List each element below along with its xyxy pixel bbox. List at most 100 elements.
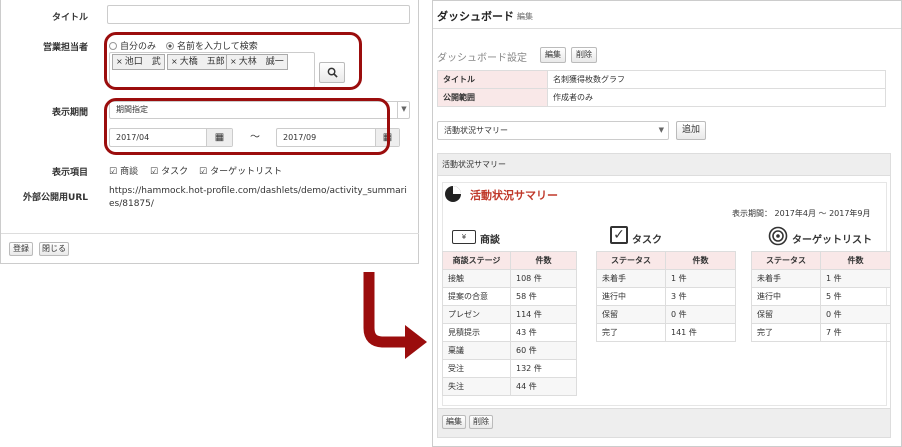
public-url-label: 外部公開用URL <box>23 193 88 203</box>
highlight-period <box>104 98 390 155</box>
dashlet-settings-form: タイトル 営業担当者 自分のみ 名前を入力して検索 × 池口 武 × 大橋 五郎 ×… <box>0 0 419 264</box>
table-cell: 稟議 <box>442 341 511 360</box>
chevron-down-icon: ▼ <box>658 126 664 134</box>
table-cell: 完了 <box>751 323 821 342</box>
edit-link[interactable]: 編集 <box>517 11 533 22</box>
settings-value: 名刺獲得枚数グラフ <box>547 70 886 89</box>
period-label: 表示期間 <box>51 108 88 118</box>
table-cell: 保留 <box>751 305 821 324</box>
settings-edit-button[interactable]: 編集 <box>540 47 566 63</box>
table-cell: プレゼン <box>442 305 511 324</box>
table-cell: 未着手 <box>751 269 821 288</box>
settings-table: タイトル 名刺獲得枚数グラフ 公開範囲 作成者のみ <box>437 70 886 107</box>
widget-select[interactable]: 活動状況サマリー ▼ <box>437 121 669 140</box>
table-cell: 60 件 <box>510 341 577 360</box>
widget-select-value: 活動状況サマリー <box>444 126 508 135</box>
table-cell: 見積提示 <box>442 323 511 342</box>
table-row: タイトル 名刺獲得枚数グラフ <box>437 70 886 89</box>
display-items-label: 表示項目 <box>51 168 88 178</box>
targets-table: ステータス 件数 未着手 1 件 進行中 5 件 保留 0 件 完了 7 件 <box>751 251 891 342</box>
tasks-table: ステータス 件数 未着手 1 件 進行中 3 件 保留 0 件 完了 141 件 <box>596 251 736 342</box>
table-row: 見積提示 43 件 <box>442 323 577 342</box>
table-row: 未着手 1 件 <box>751 269 891 288</box>
divider <box>1 233 419 234</box>
table-cell: 進行中 <box>596 287 666 306</box>
table-row: 完了 141 件 <box>596 323 736 342</box>
dashboard-panel: ダッシュボード 編集 ダッシュボード設定 編集 削除 タイトル 名刺獲得枚数グラフ… <box>432 0 902 447</box>
deals-title: 商談 <box>480 235 500 246</box>
table-row: 提案の合意 58 件 <box>442 287 577 306</box>
table-cell: 1 件 <box>665 269 736 288</box>
table-cell: 0 件 <box>665 305 736 324</box>
table-cell: 失注 <box>442 377 511 396</box>
table-cell: 114 件 <box>510 305 577 324</box>
item-checkbox-deals[interactable]: ☑ 商談 <box>109 164 138 177</box>
add-widget-button[interactable]: 追加 <box>676 121 706 140</box>
table-cell: 0 件 <box>820 305 891 324</box>
table-cell: 提案の合意 <box>442 287 511 306</box>
table-cell: 受注 <box>442 359 511 378</box>
table-row: 接触 108 件 <box>442 269 577 288</box>
tasks-title: タスク <box>632 235 662 246</box>
table-row: 進行中 5 件 <box>751 287 891 306</box>
chevron-down-icon[interactable]: ▼ <box>397 101 410 119</box>
checkbox-checked-icon: ☑ <box>199 167 208 177</box>
title-label: タイトル <box>51 13 88 23</box>
table-cell: 保留 <box>596 305 666 324</box>
checkbox-task-icon: ✓ <box>610 226 628 244</box>
table-row: 公開範囲 作成者のみ <box>437 88 886 107</box>
table-row: 完了 7 件 <box>751 323 891 342</box>
highlight-sales-rep <box>104 32 362 90</box>
item-checkbox-label: タスク <box>161 167 189 177</box>
target-icon <box>768 226 788 246</box>
table-cell: 進行中 <box>751 287 821 306</box>
widget-header: 活動状況サマリー <box>438 154 890 176</box>
close-button[interactable]: 閉じる <box>39 242 69 256</box>
public-url-value[interactable]: https://hammock.hot-profile.com/dashlets… <box>109 185 409 211</box>
table-cell: 完了 <box>596 323 666 342</box>
item-checkbox-targets[interactable]: ☑ ターゲットリスト <box>199 164 282 177</box>
table-cell: 108 件 <box>510 269 577 288</box>
item-checkbox-tasks[interactable]: ☑ タスク <box>150 164 188 177</box>
sales-rep-label: 営業担当者 <box>42 43 88 53</box>
table-cell: 7 件 <box>820 323 891 342</box>
widget-title: 活動状況サマリー <box>470 189 558 202</box>
table-row: 保留 0 件 <box>596 305 736 324</box>
period-text: 表示期間： 2017年4月 ～ 2017年9月 <box>732 209 871 218</box>
money-icon: ¥ <box>452 230 476 244</box>
settings-value: 作成者のみ <box>547 88 886 107</box>
column-header: 件数 <box>665 251 736 270</box>
widget-edit-button[interactable]: 編集 <box>442 415 466 429</box>
table-cell: 3 件 <box>665 287 736 306</box>
title-input[interactable] <box>107 5 410 24</box>
table-row: 進行中 3 件 <box>596 287 736 306</box>
register-button[interactable]: 登録 <box>9 242 33 256</box>
column-header: 件数 <box>820 251 891 270</box>
table-header-row: ステータス 件数 <box>596 251 736 270</box>
arrow-right-icon <box>363 272 427 359</box>
widget-footer <box>438 408 890 437</box>
divider <box>433 28 901 29</box>
table-row: 保留 0 件 <box>751 305 891 324</box>
column-header: ステータス <box>596 251 666 270</box>
settings-title: ダッシュボード設定 <box>437 53 527 64</box>
settings-delete-button[interactable]: 削除 <box>571 47 597 63</box>
table-row: プレゼン 114 件 <box>442 305 577 324</box>
table-cell: 1 件 <box>820 269 891 288</box>
table-cell: 44 件 <box>510 377 577 396</box>
table-row: 受注 132 件 <box>442 359 577 378</box>
table-row: 失注 44 件 <box>442 377 577 396</box>
table-header-row: ステータス 件数 <box>751 251 891 270</box>
settings-key: 公開範囲 <box>437 88 548 107</box>
pie-chart-icon <box>445 186 461 202</box>
settings-key: タイトル <box>437 70 548 89</box>
table-cell: 141 件 <box>665 323 736 342</box>
targets-title: ターゲットリスト <box>792 235 872 246</box>
widget-delete-button[interactable]: 削除 <box>469 415 493 429</box>
table-cell: 5 件 <box>820 287 891 306</box>
checkbox-checked-icon: ☑ <box>109 167 118 177</box>
item-checkbox-label: ターゲットリスト <box>210 167 283 177</box>
deals-table: 商談ステージ 件数 接触 108 件 提案の合意 58 件 プレゼン 114 件 見積提… <box>442 251 577 396</box>
item-checkbox-label: 商談 <box>120 167 139 177</box>
table-cell: 接触 <box>442 269 511 288</box>
